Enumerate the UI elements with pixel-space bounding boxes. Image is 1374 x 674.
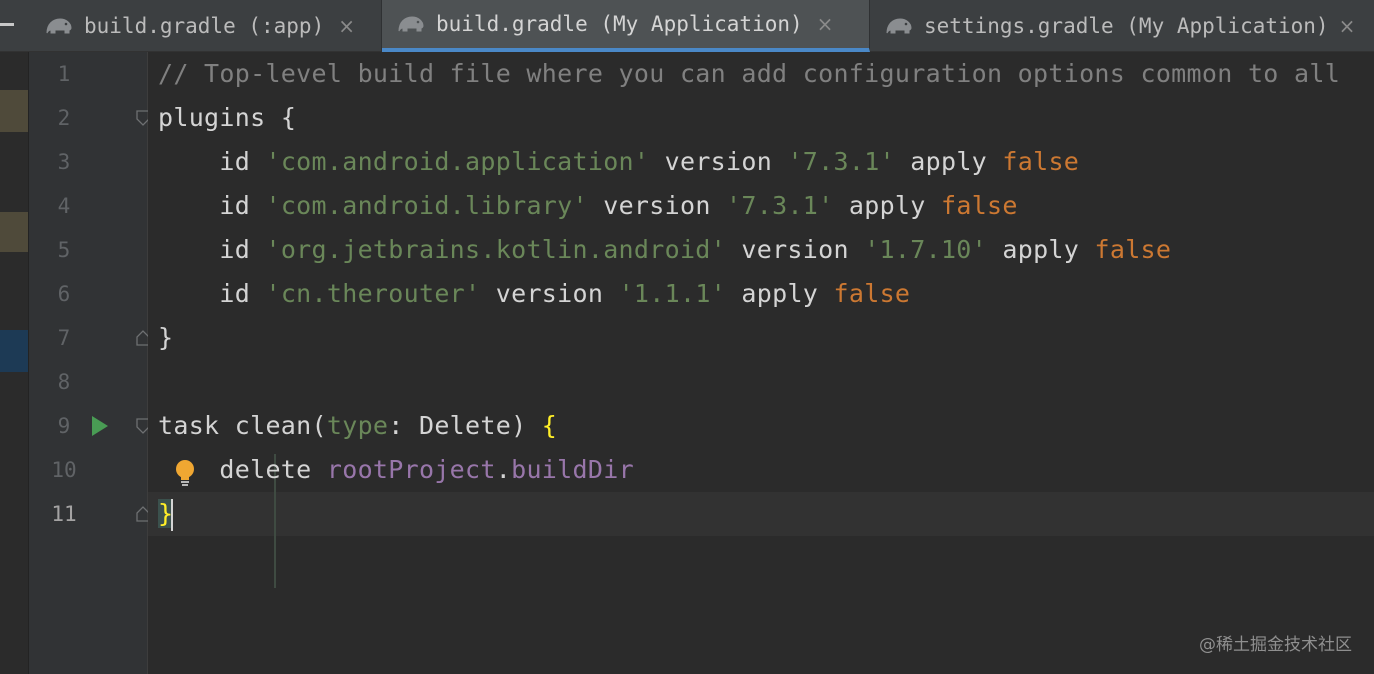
close-brace: } bbox=[158, 323, 174, 352]
watermark: @稀土掘金技术社区 bbox=[1199, 635, 1352, 655]
build-dir-ref: buildDir bbox=[511, 455, 634, 484]
comment-text: // Top-level build file where you can ad… bbox=[158, 59, 1341, 88]
token-false: false bbox=[1002, 147, 1080, 176]
token-false: false bbox=[941, 191, 1018, 220]
run-task-icon[interactable] bbox=[89, 414, 111, 438]
matched-open-brace: { bbox=[541, 411, 558, 440]
code-editor[interactable]: // Top-level build file where you can ad… bbox=[148, 52, 1374, 674]
line-number: 2 bbox=[57, 106, 71, 130]
text-caret bbox=[171, 499, 174, 531]
code-line-7: } bbox=[158, 316, 173, 360]
gradle-elephant-icon bbox=[44, 15, 74, 37]
line-number: 1 bbox=[57, 62, 71, 86]
token-version: version bbox=[741, 235, 849, 264]
editor-tab-bar: build.gradle (:app) × build.gradle (My A… bbox=[0, 0, 1374, 52]
token-id: id bbox=[219, 147, 251, 176]
token-version: version bbox=[664, 147, 773, 176]
close-tab-icon[interactable]: × bbox=[1339, 16, 1356, 36]
code-line-3: id 'com.android.application' version '7.… bbox=[158, 140, 1079, 184]
token-version-value: '7.3.1' bbox=[726, 191, 834, 220]
selection-marker bbox=[0, 330, 28, 372]
token-plugin-id: 'cn.therouter' bbox=[265, 279, 481, 308]
tab-label: build.gradle (:app) bbox=[84, 14, 325, 38]
token-id: id bbox=[219, 191, 251, 220]
tab-settings-gradle-my-application[interactable]: settings.gradle (My Application) × bbox=[870, 0, 1374, 52]
tab-label: build.gradle (My Application) bbox=[436, 12, 803, 36]
line-number: 6 bbox=[57, 282, 71, 306]
token-apply: apply bbox=[741, 279, 819, 308]
code-line-11: } bbox=[158, 492, 174, 536]
param-type: type bbox=[326, 411, 389, 440]
token-id: id bbox=[219, 235, 251, 264]
code-line-9: task clean(type: Delete) { bbox=[158, 404, 557, 448]
token-false: false bbox=[833, 279, 911, 308]
line-number: 4 bbox=[57, 194, 71, 218]
line-number: 5 bbox=[57, 238, 71, 262]
line-number: 10 bbox=[51, 458, 77, 482]
code-line-6: id 'cn.therouter' version '1.1.1' apply … bbox=[158, 272, 910, 316]
param-value: : Delete) bbox=[388, 411, 542, 440]
collapse-tabs-button[interactable] bbox=[0, 0, 30, 50]
line-number-gutter: 1 2 3 4 5 6 7 8 9 10 11 bbox=[29, 52, 150, 674]
tab-build-gradle-my-application[interactable]: build.gradle (My Application) × bbox=[382, 0, 870, 52]
token-version-value: '1.1.1' bbox=[618, 279, 727, 308]
plugins-keyword: plugins bbox=[158, 103, 266, 132]
code-line-5: id 'org.jetbrains.kotlin.android' versio… bbox=[158, 228, 1171, 272]
tab-label: settings.gradle (My Application) bbox=[924, 14, 1329, 38]
token-false: false bbox=[1094, 235, 1172, 264]
token-version-value: '7.3.1' bbox=[787, 147, 895, 176]
line-number-current: 11 bbox=[51, 502, 77, 526]
line-number: 3 bbox=[57, 150, 71, 174]
project-tool-strip bbox=[0, 52, 29, 674]
dot: . bbox=[495, 455, 512, 484]
tab-build-gradle-app[interactable]: build.gradle (:app) × bbox=[30, 0, 382, 52]
code-line-4: id 'com.android.library' version '7.3.1'… bbox=[158, 184, 1018, 228]
token-plugin-id: 'com.android.library' bbox=[265, 191, 588, 220]
gradle-elephant-icon bbox=[884, 15, 914, 37]
line-number: 8 bbox=[57, 370, 71, 394]
code-line-2: plugins { bbox=[158, 96, 296, 140]
bookmark-marker bbox=[0, 90, 28, 132]
close-tab-icon[interactable]: × bbox=[817, 14, 834, 34]
bookmark-marker bbox=[0, 212, 28, 252]
current-line-highlight bbox=[148, 492, 1374, 536]
token-plugin-id: 'org.jetbrains.kotlin.android' bbox=[265, 235, 727, 264]
token-apply: apply bbox=[848, 191, 926, 220]
root-project-ref: rootProject bbox=[326, 455, 496, 484]
gradle-elephant-icon bbox=[396, 13, 426, 35]
delete-call: delete bbox=[219, 455, 327, 484]
token-version: version bbox=[495, 279, 604, 308]
code-line-10: delete rootProject.buildDir bbox=[158, 448, 634, 492]
token-apply: apply bbox=[1002, 235, 1080, 264]
open-brace: { bbox=[280, 103, 297, 132]
line-number: 7 bbox=[57, 326, 71, 350]
token-plugin-id: 'com.android.application' bbox=[265, 147, 650, 176]
code-line-1: // Top-level build file where you can ad… bbox=[158, 52, 1340, 96]
token-version: version bbox=[603, 191, 711, 220]
token-id: id bbox=[219, 279, 251, 308]
token-version-value: '1.7.10' bbox=[864, 235, 988, 264]
close-tab-icon[interactable]: × bbox=[338, 16, 355, 36]
token-apply: apply bbox=[910, 147, 988, 176]
task-declaration: task clean( bbox=[158, 411, 327, 440]
